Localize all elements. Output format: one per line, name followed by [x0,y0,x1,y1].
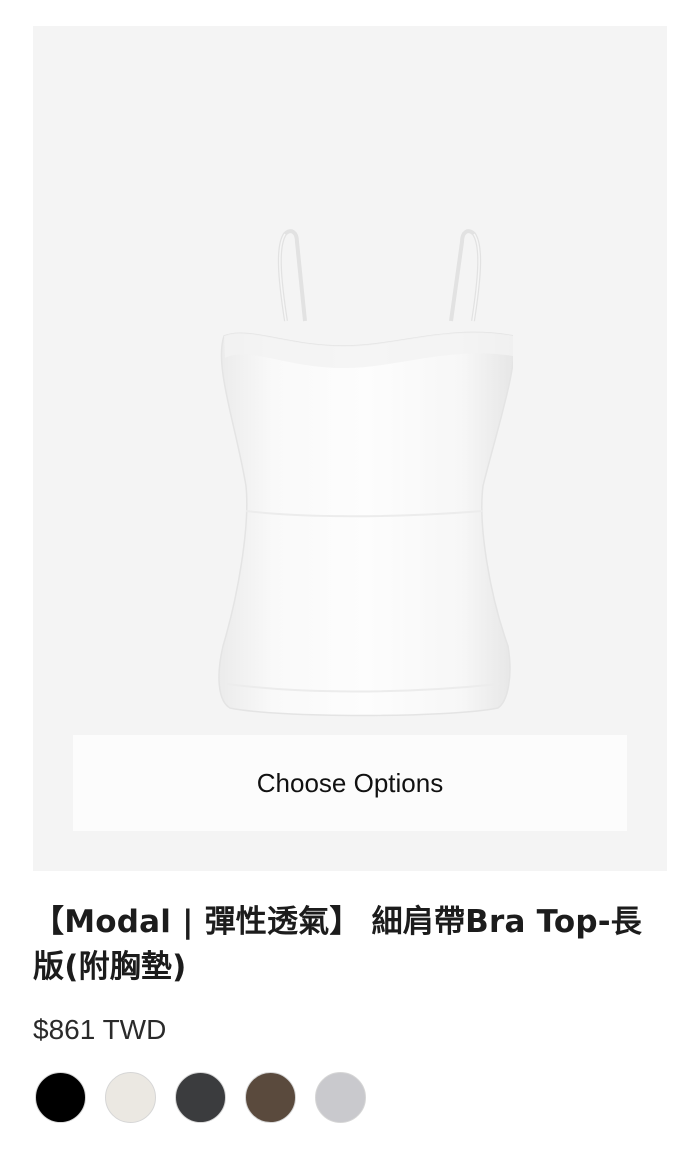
swatch-brown[interactable] [245,1072,296,1123]
product-media[interactable]: Choose Options [33,26,667,871]
swatch-light-gray[interactable] [315,1072,366,1123]
product-image[interactable] [193,196,513,736]
product-price: $861 TWD [33,1014,167,1045]
product-title[interactable]: 【Modal | 彈性透氣】 細肩帶Bra Top-長版(附胸墊) [33,900,667,990]
product-card: Choose Options 【Modal | 彈性透氣】 細肩帶Bra Top… [0,0,700,1160]
swatch-ivory[interactable] [105,1072,156,1123]
swatch-charcoal[interactable] [175,1072,226,1123]
color-swatches [35,1072,366,1123]
swatch-black[interactable] [35,1072,86,1123]
choose-options-button[interactable]: Choose Options [73,735,627,831]
